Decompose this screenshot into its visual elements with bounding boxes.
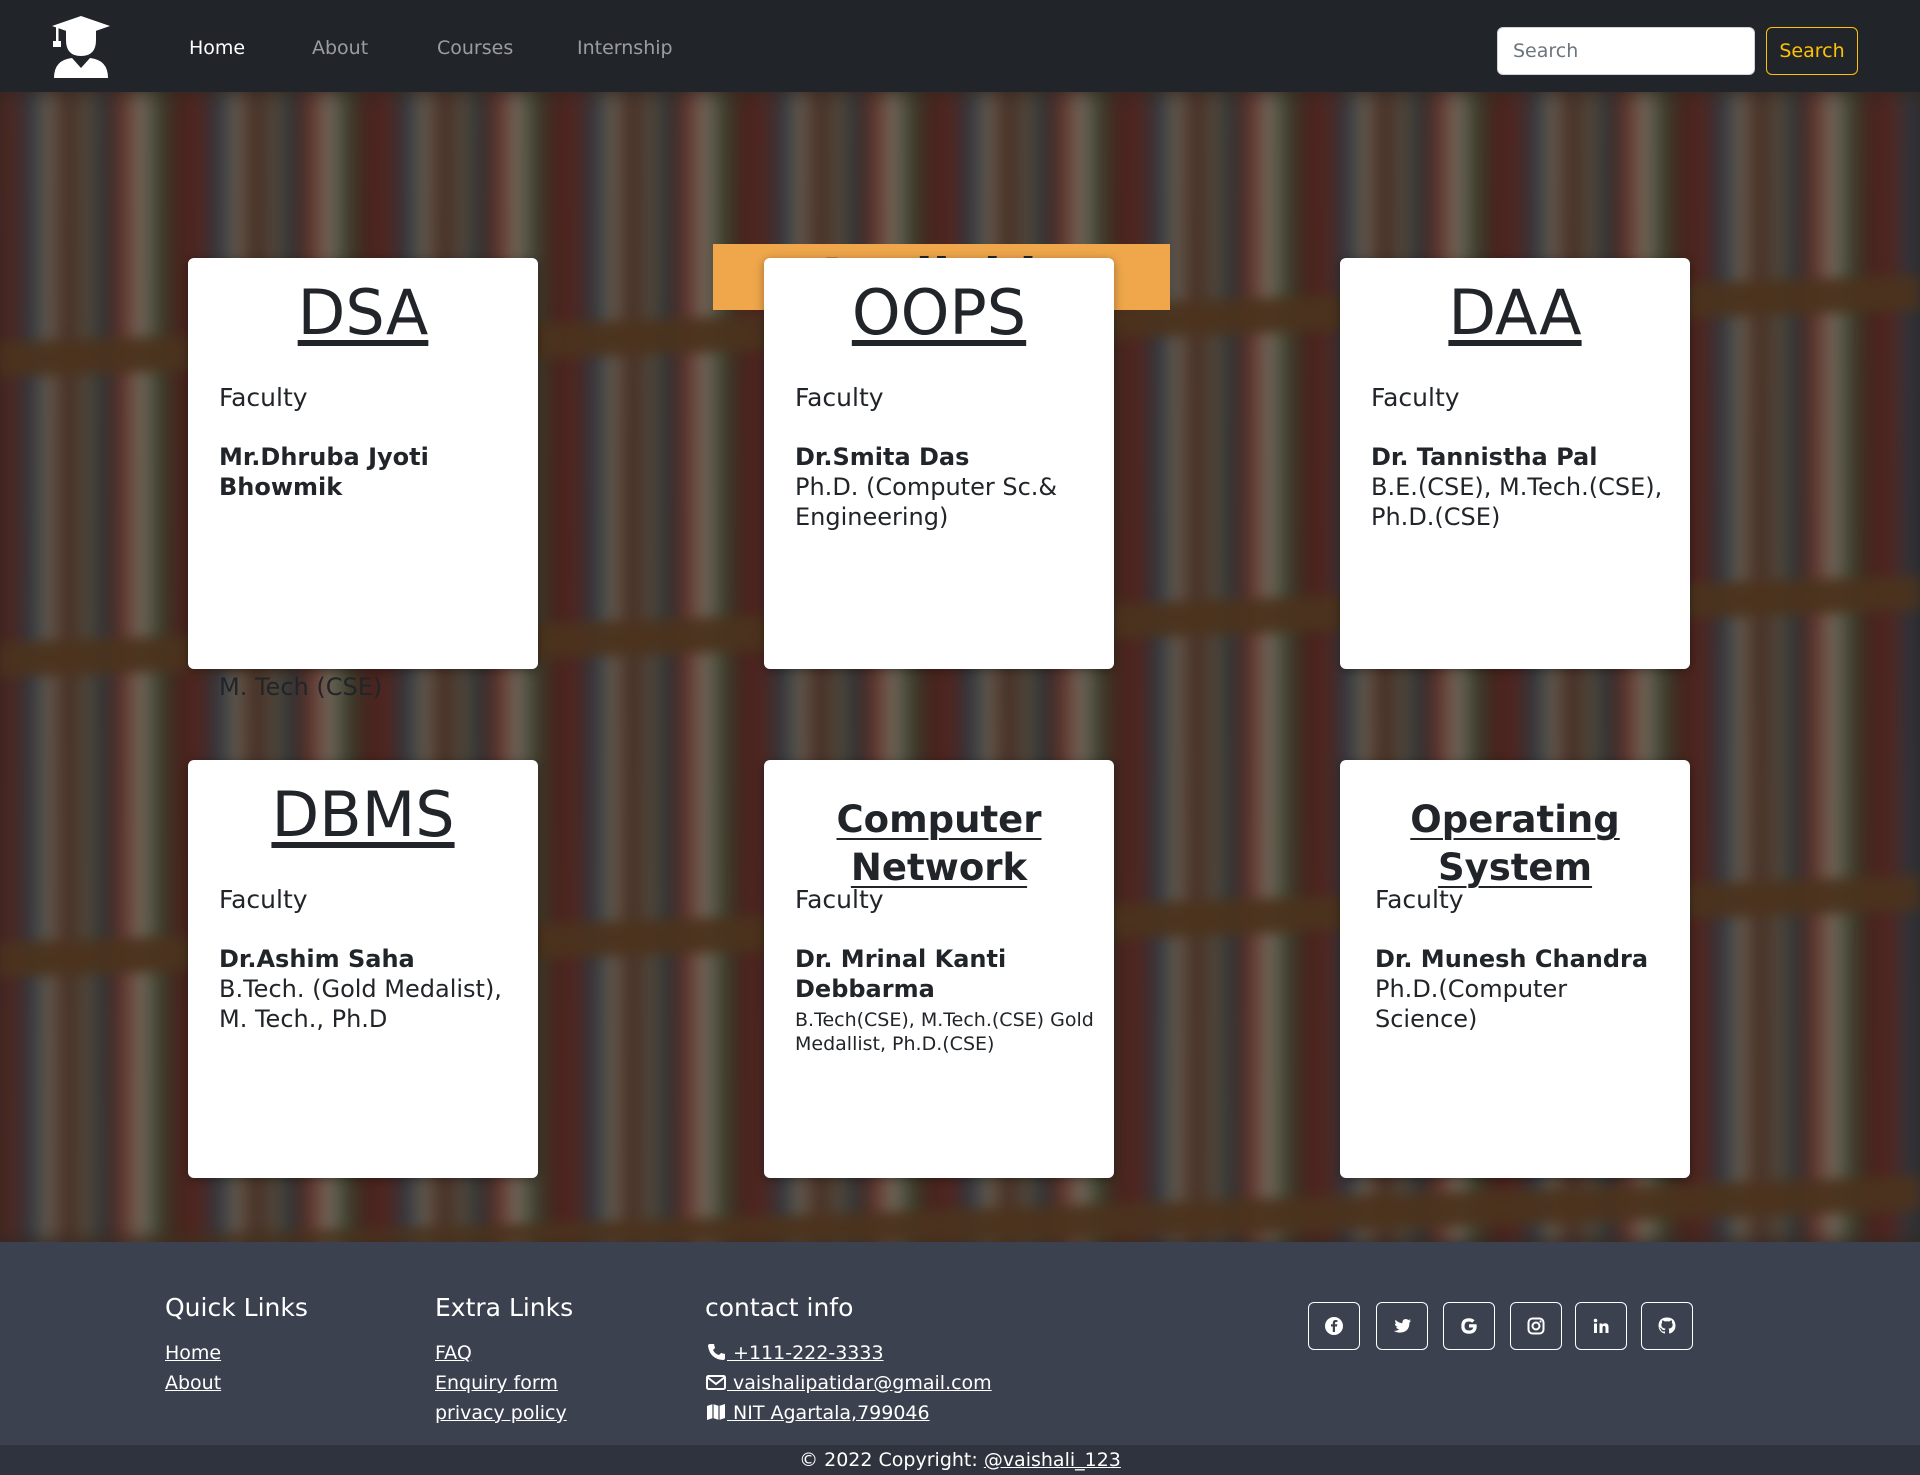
search-button[interactable]: Search: [1766, 27, 1858, 75]
course-title: Computer Network: [836, 798, 1042, 889]
copyright-handle-link[interactable]: @vaishali_123: [984, 1449, 1121, 1471]
faculty-label: Faculty: [1375, 885, 1464, 914]
faculty-qualification: B.Tech. (Gold Medalist), M. Tech., Ph.D: [219, 975, 502, 1033]
faculty-label: Faculty: [795, 885, 884, 914]
google-icon[interactable]: [1443, 1302, 1495, 1350]
faculty-label: Faculty: [795, 383, 884, 412]
nav-internship[interactable]: Internship: [577, 36, 673, 60]
copyright-bar: © 2022 Copyright: @vaishali_123: [0, 1445, 1920, 1475]
contact-info-title: contact info: [705, 1293, 854, 1322]
github-icon[interactable]: [1641, 1302, 1693, 1350]
footer: Quick Links Home About Extra Links FAQ E…: [0, 1242, 1920, 1445]
footer-link-home[interactable]: Home: [165, 1341, 221, 1365]
footer-link-faq[interactable]: FAQ: [435, 1341, 472, 1365]
facebook-icon[interactable]: [1308, 1302, 1360, 1350]
nav-about[interactable]: About: [312, 36, 368, 60]
navbar: Home About Courses Internship Search: [0, 0, 1920, 92]
course-title: DAA: [1448, 276, 1582, 349]
course-card-computer-network[interactable]: Computer Network Faculty Dr. Mrinal Kant…: [764, 760, 1114, 1178]
graduate-icon[interactable]: [50, 12, 112, 78]
faculty-label: Faculty: [219, 383, 308, 412]
course-card-operating-system[interactable]: Operating System Faculty Dr. Munesh Chan…: [1340, 760, 1690, 1178]
course-card-daa[interactable]: DAA Faculty Dr. Tannistha Pal B.E.(CSE),…: [1340, 258, 1690, 669]
phone-icon: [708, 1344, 725, 1360]
course-card-dbms[interactable]: DBMS Faculty Dr.Ashim Saha B.Tech. (Gold…: [188, 760, 538, 1178]
course-title: OOPS: [851, 276, 1027, 349]
faculty-qualification: M. Tech (CSE): [219, 673, 383, 701]
linkedin-icon[interactable]: [1575, 1302, 1627, 1350]
extra-links-title: Extra Links: [435, 1293, 574, 1322]
quick-links-title: Quick Links: [165, 1293, 308, 1322]
courses-section: Available Courses DSA Faculty Mr.Dhruba …: [0, 92, 1920, 1242]
course-title: Operating System: [1410, 798, 1620, 889]
footer-link-privacy[interactable]: privacy policy: [435, 1401, 567, 1425]
faculty-qualification: Ph.D. (Computer Sc.& Engineering): [795, 473, 1058, 531]
faculty-name: Dr. Tannistha Pal: [1371, 443, 1598, 471]
faculty-name: Dr. Mrinal Kanti Debbarma: [795, 945, 1007, 1003]
faculty-name: Dr.Ashim Saha: [219, 945, 415, 973]
faculty-qualification: Ph.D.(Computer Science): [1375, 975, 1568, 1033]
twitter-icon[interactable]: [1376, 1302, 1428, 1350]
course-card-oops[interactable]: OOPS Faculty Dr.Smita Das Ph.D. (Compute…: [764, 258, 1114, 669]
nav-home[interactable]: Home: [189, 36, 245, 60]
course-title: DSA: [297, 276, 429, 349]
faculty-qualification: B.Tech(CSE), M.Tech.(CSE) Gold Medallist…: [795, 1009, 1094, 1055]
envelope-icon: [706, 1375, 726, 1390]
instagram-icon[interactable]: [1510, 1302, 1562, 1350]
faculty-name: Mr.Dhruba Jyoti Bhowmik: [219, 443, 429, 501]
faculty-name: Dr.Smita Das: [795, 443, 970, 471]
contact-phone-link[interactable]: +111-222-3333: [705, 1341, 884, 1365]
faculty-label: Faculty: [1371, 383, 1460, 412]
map-icon: [707, 1404, 725, 1420]
course-card-dsa[interactable]: DSA Faculty Mr.Dhruba Jyoti Bhowmik M. T…: [188, 258, 538, 701]
faculty-qualification: B.E.(CSE), M.Tech.(CSE), Ph.D.(CSE): [1371, 473, 1663, 531]
footer-link-enquiry[interactable]: Enquiry form: [435, 1371, 558, 1395]
contact-email-link[interactable]: vaishalipatidar@gmail.com: [705, 1371, 992, 1395]
nav-courses[interactable]: Courses: [437, 36, 513, 60]
faculty-name: Dr. Munesh Chandra: [1375, 945, 1649, 973]
faculty-label: Faculty: [219, 885, 308, 914]
contact-address-link[interactable]: NIT Agartala,799046: [705, 1401, 930, 1425]
course-title: DBMS: [271, 778, 455, 851]
footer-link-about[interactable]: About: [165, 1371, 221, 1395]
search-input[interactable]: [1497, 27, 1755, 75]
copyright-text: © 2022 Copyright:: [799, 1449, 984, 1471]
